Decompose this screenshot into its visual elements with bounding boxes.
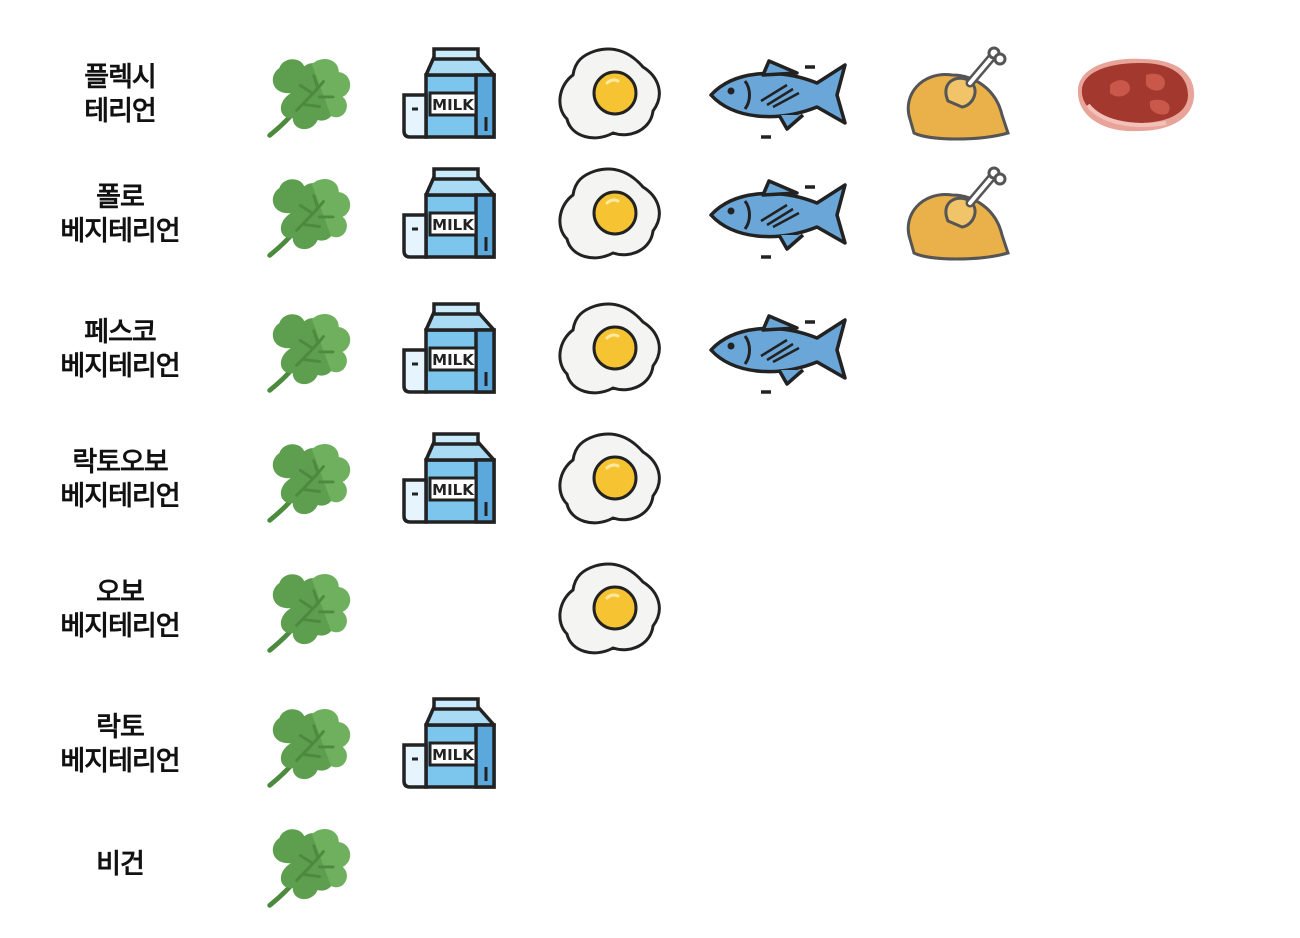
diet-type-label: 페스코 베지테리언 [0,285,240,415]
milk-icon: MILK [380,150,520,280]
diet-type-label: 오보 베지테리언 [0,545,240,675]
milk-carton-label: MILK [432,216,475,234]
diet-type-label-line2: 테리언 [84,96,157,127]
diet-row: 플렉시 테리언 MILK [0,30,1300,160]
egg-icon [540,150,680,280]
vegetable-icon [240,30,380,160]
milk-carton-label: MILK [432,481,475,499]
diet-type-label-line1: 페스코 [84,317,157,348]
diet-type-label: 락토 베지테리언 [0,680,240,810]
diet-type-label-line1: 락토오보 [72,447,168,478]
chicken-icon [890,30,1030,160]
vegetable-icon [240,150,380,280]
vegetable-icon [240,545,380,675]
diet-row: 페스코 베지테리언 MILK [0,285,1300,415]
diet-type-label-line2: 베지테리언 [60,351,180,382]
fish-icon [700,30,860,160]
fish-icon [700,150,860,280]
milk-carton-label: MILK [432,96,475,114]
egg-icon [540,415,680,545]
diet-row: 락토 베지테리언 MILK [0,680,1300,810]
diet-type-label-line2: 베지테리언 [60,611,180,642]
diet-type-label-line1: 플렉시 [84,62,157,93]
vegetable-icon [240,680,380,810]
diet-type-label-line2: 베지테리언 [60,216,180,247]
diet-type-label-line2: 베지테리언 [60,746,180,777]
diet-type-label-line2: 베지테리언 [60,481,180,512]
fish-icon [700,285,860,415]
vegetable-icon [240,415,380,545]
vegetable-icon [240,800,380,930]
diet-row: 폴로 베지테리언 MILK [0,150,1300,280]
egg-icon [540,545,680,675]
diet-row: 락토오보 베지테리언 MILK [0,415,1300,545]
vegetable-icon [240,285,380,415]
milk-icon: MILK [380,415,520,545]
diet-type-label-line1: 오보 [96,577,145,608]
milk-carton-label: MILK [432,746,475,764]
egg-icon [540,285,680,415]
diet-type-label: 폴로 베지테리언 [0,150,240,280]
diet-type-label: 비건 [0,800,240,930]
meat-icon [1060,30,1210,160]
milk-icon: MILK [380,680,520,810]
milk-icon: MILK [380,30,520,160]
diet-type-label: 플렉시 테리언 [0,30,240,160]
milk-icon: MILK [380,285,520,415]
egg-icon [540,30,680,160]
diet-type-label: 락토오보 베지테리언 [0,415,240,545]
diet-type-label-line1: 락토 [96,712,145,743]
diet-row: 오보 베지테리언 [0,545,1300,675]
milk-carton-label: MILK [432,351,475,369]
diet-type-label-line1: 비건 [96,849,145,880]
diet-type-label-line1: 폴로 [96,182,145,213]
diet-row: 비건 [0,800,1300,930]
chicken-icon [890,150,1030,280]
